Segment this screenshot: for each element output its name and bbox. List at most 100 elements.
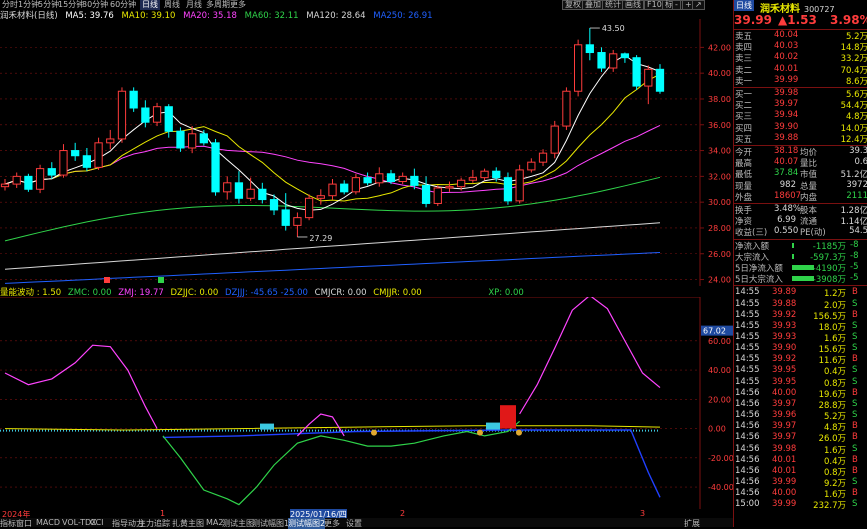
indicator-tab-2[interactable]: MACD — [36, 518, 60, 527]
tick-row[interactable]: 14:55 39.92 156.5万 B — [734, 310, 867, 322]
extend-tab[interactable]: 扩展 — [684, 518, 700, 529]
candle[interactable] — [609, 53, 618, 69]
candle[interactable] — [199, 133, 208, 144]
indicator-tab-11[interactable]: 测试幅图2 — [288, 518, 326, 529]
candle[interactable] — [457, 179, 466, 188]
bid-row[interactable]: 买五 39.88 12.4万 — [734, 133, 867, 145]
tick-row[interactable]: 14:56 40.01 0.4万 B — [734, 455, 867, 467]
tick-row[interactable]: 14:56 40.00 19.6万 B — [734, 388, 867, 400]
candle[interactable] — [234, 182, 244, 199]
candle[interactable] — [223, 182, 232, 193]
candle[interactable] — [363, 177, 372, 184]
ask-row[interactable]: 卖一 39.99 8.6万 — [734, 75, 867, 87]
tick-row[interactable]: 14:55 39.88 2.0万 S — [734, 299, 867, 311]
candle[interactable] — [410, 175, 419, 186]
candle[interactable] — [59, 150, 68, 176]
candle[interactable] — [492, 170, 501, 179]
tick-row[interactable]: 14:55 39.95 0.4万 S — [734, 365, 867, 377]
candle[interactable] — [562, 90, 571, 127]
candle[interactable] — [106, 138, 115, 144]
candle[interactable] — [351, 177, 361, 193]
tick-row[interactable]: 14:56 40.01 0.8万 B — [734, 466, 867, 478]
tick-row[interactable]: 14:56 39.98 1.6万 S — [734, 444, 867, 456]
indicator-tab-4[interactable]: CCI — [90, 518, 104, 527]
bid-row[interactable]: 买三 39.94 4.8万 — [734, 110, 867, 122]
candle[interactable] — [0, 183, 10, 188]
tick-row[interactable]: 14:55 39.92 11.6万 B — [734, 354, 867, 366]
candle[interactable] — [527, 161, 536, 171]
candle[interactable] — [644, 68, 653, 87]
candle[interactable] — [503, 177, 513, 202]
bid-row[interactable]: 买一 39.98 5.6万 — [734, 88, 867, 100]
indicator-tab-1[interactable]: 窗口 — [16, 518, 32, 529]
ask-row[interactable]: 卖五 40.04 5.2万 — [734, 30, 867, 42]
candle[interactable] — [24, 175, 33, 190]
indicator-tab-7[interactable]: 扎黄主图 — [172, 518, 204, 529]
tick-row[interactable]: 14:56 39.96 5.2万 S — [734, 410, 867, 422]
money-bag-icon[interactable] — [516, 429, 522, 436]
candle[interactable] — [71, 150, 80, 157]
candle[interactable] — [550, 125, 559, 154]
candle[interactable] — [129, 90, 138, 109]
indicator-tab-10[interactable]: 测试幅图1 — [252, 518, 289, 529]
tick-row[interactable]: 14:55 39.95 0.8万 S — [734, 377, 867, 389]
candle[interactable] — [328, 183, 337, 197]
tick-row[interactable]: 14:55 39.93 1.6万 S — [734, 332, 867, 344]
tick-row[interactable]: 14:55 39.93 18.0万 S — [734, 321, 867, 333]
money-bag-icon[interactable] — [371, 429, 377, 436]
tick-row[interactable]: 14:56 39.97 4.8万 B — [734, 421, 867, 433]
candlestick-chart[interactable]: 42.00 40.00 38.00 36.00 34.00 32.00 30.00 28.00… — [0, 19, 733, 286]
bid-row[interactable]: 买二 39.97 54.4万 — [734, 99, 867, 111]
candle[interactable] — [316, 195, 325, 199]
bid-row[interactable]: 买四 39.90 14.0万 — [734, 122, 867, 134]
candle[interactable] — [398, 175, 407, 183]
candle[interactable] — [468, 177, 477, 181]
event-marker[interactable] — [104, 277, 110, 283]
candle[interactable] — [152, 106, 162, 123]
candle[interactable] — [188, 133, 197, 149]
candle[interactable] — [632, 57, 641, 87]
indicator-tab-8[interactable]: MA2 — [206, 518, 223, 527]
candle[interactable] — [480, 170, 489, 179]
candle[interactable] — [433, 187, 442, 204]
candle[interactable] — [12, 175, 21, 185]
candle[interactable] — [246, 188, 255, 199]
candle[interactable] — [597, 52, 606, 69]
candle[interactable] — [538, 152, 548, 163]
candle[interactable] — [35, 168, 45, 190]
candle[interactable] — [573, 44, 583, 92]
tick-row[interactable]: 14:56 39.99 9.2万 S — [734, 477, 867, 489]
indicator-tab-13[interactable]: 设置 — [346, 518, 362, 529]
candle[interactable] — [655, 68, 665, 92]
money-bag-icon[interactable] — [477, 429, 483, 436]
candle[interactable] — [47, 168, 56, 176]
tick-row[interactable]: 14:55 39.89 1.2万 B — [734, 287, 867, 299]
right-tab-daily[interactable]: 日线 — [734, 0, 754, 11]
ask-row[interactable]: 卖四 40.03 14.8万 — [734, 41, 867, 53]
candle[interactable] — [176, 130, 185, 149]
candle[interactable] — [386, 173, 396, 183]
candle[interactable] — [585, 44, 594, 54]
tick-row[interactable]: 14:56 40.00 1.6万 B — [734, 488, 867, 500]
ask-row[interactable]: 卖二 40.01 70.4万 — [734, 64, 867, 76]
candle[interactable] — [375, 173, 384, 184]
candle[interactable] — [293, 217, 302, 226]
candle[interactable] — [269, 199, 279, 211]
candle[interactable] — [258, 188, 267, 201]
candle[interactable] — [164, 106, 173, 132]
candle[interactable] — [281, 209, 290, 226]
candle[interactable] — [515, 169, 524, 202]
candle[interactable] — [211, 142, 220, 193]
candle[interactable] — [94, 142, 103, 168]
candle[interactable] — [141, 107, 150, 123]
tick-row[interactable]: 14:55 39.90 15.6万 S — [734, 343, 867, 355]
indicator-chart[interactable]: 60.00 40.00 20.00 0.00 -20.00 -40.00 67.02 — [0, 297, 733, 509]
indicator-tab-6[interactable]: 主力追踪 — [138, 518, 170, 529]
candle[interactable] — [304, 197, 314, 219]
indicator-tab-0[interactable]: 指标 — [0, 518, 16, 529]
tick-row[interactable]: 14:56 39.97 26.0万 B — [734, 432, 867, 444]
candle[interactable] — [620, 53, 630, 59]
candle[interactable] — [421, 184, 431, 204]
candle[interactable] — [82, 155, 92, 168]
indicator-tab-12[interactable]: 更多 — [324, 518, 340, 529]
